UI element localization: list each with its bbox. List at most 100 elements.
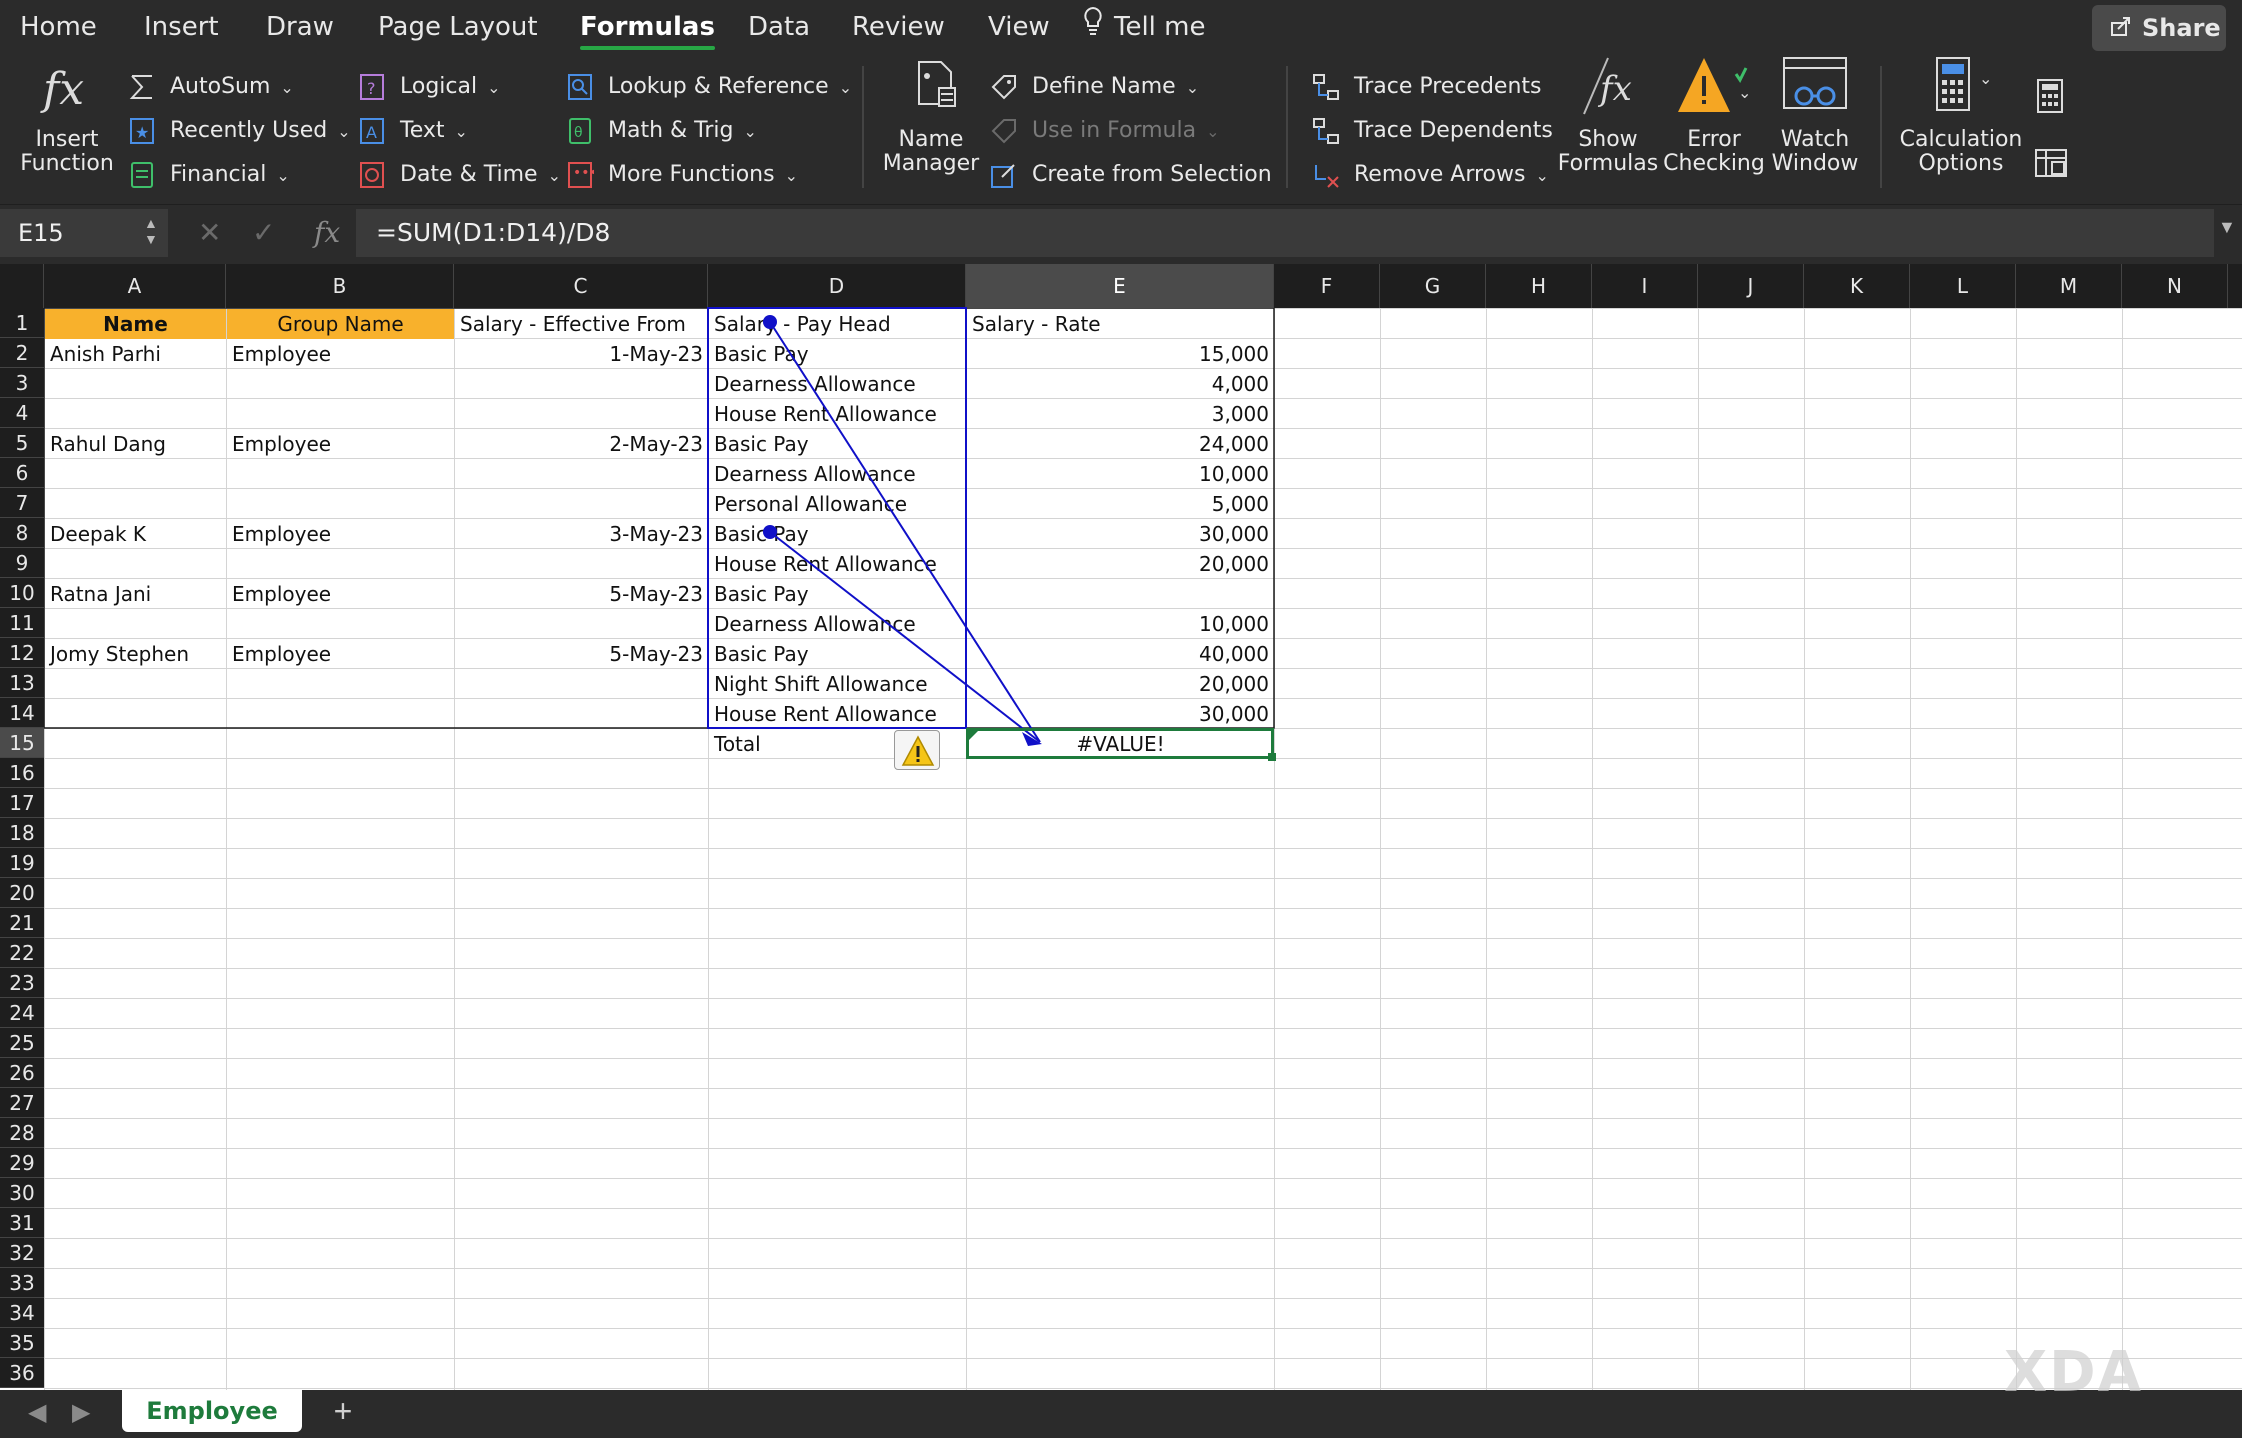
date-time-button[interactable]: Date & Time ⌄: [358, 160, 561, 191]
row-header-16[interactable]: 16: [0, 758, 44, 788]
cell-date[interactable]: [455, 369, 708, 399]
cell-rate[interactable]: [967, 579, 1274, 609]
row-header-15[interactable]: 15: [0, 728, 44, 758]
cell-name[interactable]: Rahul Dang: [45, 429, 226, 459]
row-header-32[interactable]: 32: [0, 1238, 44, 1268]
cell-name[interactable]: [45, 549, 226, 579]
row-header-2[interactable]: 2: [0, 338, 44, 368]
cell-pay-head[interactable]: Dearness Allowance: [709, 369, 966, 399]
tell-me[interactable]: Tell me: [1082, 0, 1206, 54]
cell-pay-head[interactable]: Basic Pay: [709, 339, 966, 369]
cell-pay-head[interactable]: Basic Pay: [709, 429, 966, 459]
select-all-corner[interactable]: [0, 264, 44, 308]
cell-group[interactable]: Employee: [227, 639, 454, 669]
name-manager-button[interactable]: Name Manager: [880, 54, 982, 176]
row-header-19[interactable]: 19: [0, 848, 44, 878]
show-formulas-button[interactable]: fx Show Formulas: [1556, 54, 1660, 176]
lookup-reference-button[interactable]: Lookup & Reference ⌄: [566, 72, 852, 103]
row-header-23[interactable]: 23: [0, 968, 44, 998]
row-header-1[interactable]: 1: [0, 308, 44, 338]
enter-check-icon[interactable]: ✓: [252, 211, 275, 255]
cell-date[interactable]: [455, 609, 708, 639]
create-from-selection-button[interactable]: Create from Selection: [990, 160, 1272, 190]
cell-pay-head[interactable]: Personal Allowance: [709, 489, 966, 519]
row-header-4[interactable]: 4: [0, 398, 44, 428]
cell-group[interactable]: [227, 489, 454, 519]
tab-draw[interactable]: Draw: [266, 0, 334, 54]
cell-name[interactable]: [45, 459, 226, 489]
col-header-j[interactable]: J: [1698, 264, 1804, 308]
cell-pay-head[interactable]: Basic Pay: [709, 519, 966, 549]
cell-pay-head[interactable]: Night Shift Allowance: [709, 669, 966, 699]
cell-date[interactable]: 2-May-23: [455, 429, 708, 459]
cell-date[interactable]: [455, 399, 708, 429]
col-header-e[interactable]: E: [966, 264, 1274, 308]
cell-group[interactable]: [227, 459, 454, 489]
cell-group[interactable]: Employee: [227, 429, 454, 459]
row-header-12[interactable]: 12: [0, 638, 44, 668]
col-header-f[interactable]: F: [1274, 264, 1380, 308]
cell-name[interactable]: Jomy Stephen: [45, 639, 226, 669]
cell-group[interactable]: Employee: [227, 519, 454, 549]
cell-name[interactable]: [45, 369, 226, 399]
col-header-i[interactable]: I: [1592, 264, 1698, 308]
row-header-27[interactable]: 27: [0, 1088, 44, 1118]
col-header-l[interactable]: L: [1910, 264, 2016, 308]
name-box-stepper[interactable]: ▲ ▼: [144, 215, 158, 247]
cell-group[interactable]: [227, 399, 454, 429]
cell-rate[interactable]: 10,000: [967, 609, 1274, 639]
col-header-n[interactable]: N: [2122, 264, 2228, 308]
remove-arrows-button[interactable]: Remove Arrows ⌄: [1312, 160, 1549, 191]
cell-rate[interactable]: 24,000: [967, 429, 1274, 459]
cell-pay-head[interactable]: Dearness Allowance: [709, 609, 966, 639]
row-header-22[interactable]: 22: [0, 938, 44, 968]
row-header-31[interactable]: 31: [0, 1208, 44, 1238]
row-header-26[interactable]: 26: [0, 1058, 44, 1088]
row-header-30[interactable]: 30: [0, 1178, 44, 1208]
cell-name[interactable]: Deepak K: [45, 519, 226, 549]
cell-name[interactable]: [45, 609, 226, 639]
calculate-now-button[interactable]: [2034, 78, 2066, 119]
use-in-formula-button[interactable]: Use in Formula ⌄: [990, 116, 1220, 147]
row-header-28[interactable]: 28: [0, 1118, 44, 1148]
cell-date[interactable]: [455, 459, 708, 489]
col-header-d[interactable]: D: [708, 264, 966, 308]
cell-group[interactable]: [227, 669, 454, 699]
cell-date[interactable]: [455, 489, 708, 519]
cell-date[interactable]: 3-May-23: [455, 519, 708, 549]
row-header-13[interactable]: 13: [0, 668, 44, 698]
logical-button[interactable]: ? Logical ⌄: [358, 72, 501, 103]
fill-handle[interactable]: [1268, 753, 1276, 761]
error-indicator-button[interactable]: [894, 730, 940, 770]
tab-review[interactable]: Review: [852, 0, 945, 54]
row-header-3[interactable]: 3: [0, 368, 44, 398]
cell-pay-head[interactable]: Basic Pay: [709, 579, 966, 609]
cell-date[interactable]: [455, 669, 708, 699]
cell-date[interactable]: 1-May-23: [455, 339, 708, 369]
col-header-m[interactable]: M: [2016, 264, 2122, 308]
row-header-6[interactable]: 6: [0, 458, 44, 488]
col-header-g[interactable]: G: [1380, 264, 1486, 308]
calculate-sheet-button[interactable]: [2034, 148, 2070, 185]
tab-view[interactable]: View: [988, 0, 1050, 54]
cell-pay-head[interactable]: Dearness Allowance: [709, 459, 966, 489]
row-header-11[interactable]: 11: [0, 608, 44, 638]
prev-sheet-icon[interactable]: ◀: [28, 1398, 46, 1427]
error-checking-button[interactable]: ⌄ Error Checking: [1660, 54, 1768, 176]
row-header-18[interactable]: 18: [0, 818, 44, 848]
add-sheet-button[interactable]: +: [328, 1392, 358, 1432]
cell-total-value[interactable]: #VALUE!: [967, 729, 1274, 759]
row-header-17[interactable]: 17: [0, 788, 44, 818]
col-header-k[interactable]: K: [1804, 264, 1910, 308]
more-functions-button[interactable]: ••• More Functions ⌄: [566, 160, 798, 191]
cell-rate[interactable]: 20,000: [967, 549, 1274, 579]
cell-rate[interactable]: 30,000: [967, 699, 1274, 729]
row-header-8[interactable]: 8: [0, 518, 44, 548]
row-header-5[interactable]: 5: [0, 428, 44, 458]
cell-rate[interactable]: 5,000: [967, 489, 1274, 519]
cell-name[interactable]: [45, 699, 226, 729]
col-header-b[interactable]: B: [226, 264, 454, 308]
calculation-options-button[interactable]: ⌄ Calculation Options: [1898, 54, 2024, 176]
cell-group[interactable]: [227, 549, 454, 579]
cell-pay-head[interactable]: House Rent Allowance: [709, 549, 966, 579]
